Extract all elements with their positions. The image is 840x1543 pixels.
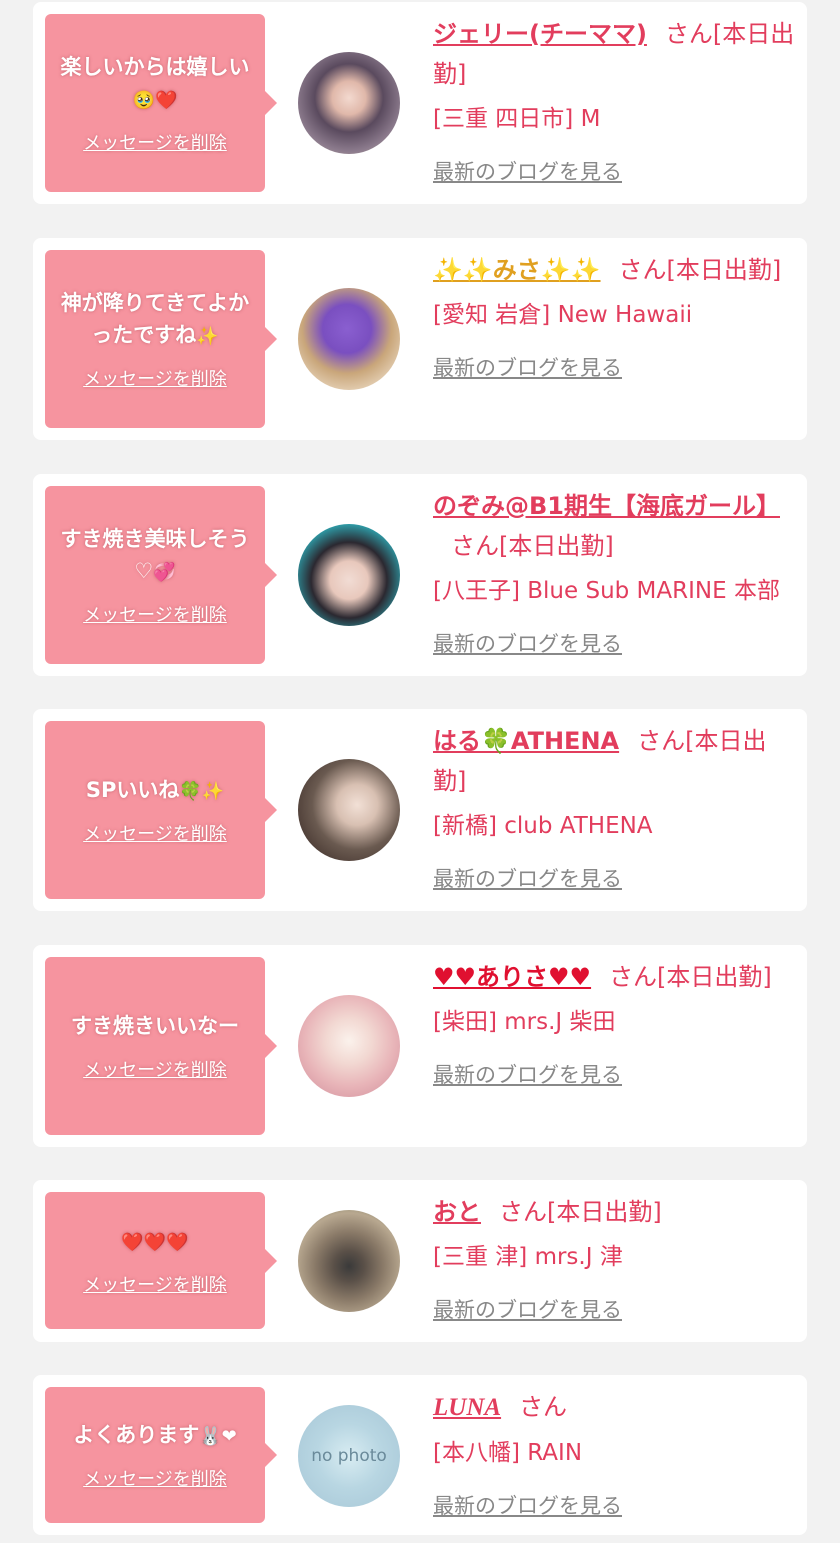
honorific-status: さん[本日出勤] (451, 532, 614, 560)
shop-label: [三重 四日市] M (433, 106, 601, 132)
avatar[interactable] (298, 759, 400, 861)
message-bubble: ❤️❤️❤️ メッセージを削除 (45, 1192, 277, 1329)
message-emoji: 🥹❤️ (132, 90, 178, 111)
profile-name-link[interactable]: おと (433, 1198, 481, 1226)
message-card: 神が降りてきてよかったですね✨ メッセージを削除 ✨✨みさ✨✨ さん[本日出勤] … (33, 238, 807, 440)
honorific-status: さん[本日出勤] (618, 256, 782, 284)
shop-label: [本八幡] RAIN (433, 1440, 583, 1466)
delete-message-link[interactable]: メッセージを削除 (83, 820, 227, 846)
message-bubble: すき焼き美味しそう♡💞 メッセージを削除 (45, 486, 277, 664)
profile-info: おと さん[本日出勤] [三重 津] mrs.J 津 最新のブログを見る (433, 1192, 798, 1324)
view-blog-link[interactable]: 最新のブログを見る (433, 1059, 622, 1089)
profile-name-link[interactable]: ✨✨みさ✨✨ (433, 256, 601, 284)
message-text: すき焼きいいなー (71, 1014, 239, 1038)
shop-label: [八王子] Blue Sub MARINE 本部 (433, 578, 780, 604)
profile-name-link[interactable]: はる🍀ATHENA (433, 727, 619, 755)
honorific-status: さん[本日出勤] (609, 963, 772, 991)
profile-name-link[interactable]: ♥♥ありさ♥♥ (433, 963, 591, 991)
message-card: すき焼きいいなー メッセージを削除 ♥♥ありさ♥♥ さん[本日出勤] [柴田] m… (33, 945, 807, 1147)
no-photo-label: no photo (311, 1446, 387, 1466)
profile-info: ジェリー(チーママ) さん[本日出勤] [三重 四日市] M 最新のブログを見る (433, 14, 798, 186)
message-emoji: 🐰❤ (199, 1426, 237, 1447)
avatar[interactable] (298, 1210, 400, 1312)
message-text: ❤️❤️❤️ (121, 1225, 188, 1259)
message-card: 楽しいからは嬉しい🥹❤️ メッセージを削除 ジェリー(チーママ) さん[本日出勤]… (33, 2, 807, 204)
delete-message-link[interactable]: メッセージを削除 (83, 365, 227, 391)
message-card: よくあります🐰❤ メッセージを削除 no photo LUNA さん [本八幡] … (33, 1375, 807, 1535)
message-text: 神が降りてきてよかったですね✨ (60, 291, 250, 347)
shop-label: [新橋] club ATHENA (433, 813, 653, 839)
view-blog-link[interactable]: 最新のブログを見る (433, 1294, 622, 1324)
delete-message-link[interactable]: メッセージを削除 (83, 601, 227, 627)
profile-info: はる🍀ATHENA さん[本日出勤] [新橋] club ATHENA 最新のブロ… (433, 721, 798, 893)
avatar[interactable] (298, 524, 400, 626)
message-card: すき焼き美味しそう♡💞 メッセージを削除 のぞみ@B1期生【海底ガール】さん[本… (33, 474, 807, 676)
message-bubble: よくあります🐰❤ メッセージを削除 (45, 1387, 277, 1523)
message-card: SPいいね🍀✨ メッセージを削除 はる🍀ATHENA さん[本日出勤] [新橋] … (33, 709, 807, 911)
message-emoji: 💞 (153, 562, 176, 583)
delete-message-link[interactable]: メッセージを削除 (83, 1056, 227, 1082)
delete-message-link[interactable]: メッセージを削除 (83, 1271, 227, 1297)
profile-info: ♥♥ありさ♥♥ さん[本日出勤] [柴田] mrs.J 柴田 最新のブログを見る (433, 957, 798, 1089)
view-blog-link[interactable]: 最新のブログを見る (433, 352, 622, 382)
message-bubble: SPいいね🍀✨ メッセージを削除 (45, 721, 277, 899)
message-text: 楽しいからは嬉しい🥹❤️ (60, 55, 250, 111)
message-emoji: ✨ (196, 326, 219, 347)
message-text: よくあります🐰❤ (73, 1423, 237, 1447)
honorific-status: さん[本日出勤] (499, 1198, 662, 1226)
avatar[interactable] (298, 52, 400, 154)
avatar[interactable] (298, 995, 400, 1097)
profile-name-link[interactable]: のぞみ@B1期生【海底ガール】 (433, 492, 780, 520)
message-card: ❤️❤️❤️ メッセージを削除 おと さん[本日出勤] [三重 津] mrs.J … (33, 1180, 807, 1342)
view-blog-link[interactable]: 最新のブログを見る (433, 156, 622, 186)
honorific-status: さん (519, 1393, 568, 1421)
view-blog-link[interactable]: 最新のブログを見る (433, 1490, 622, 1520)
shop-label: [三重 津] mrs.J 津 (433, 1244, 623, 1270)
message-bubble: 楽しいからは嬉しい🥹❤️ メッセージを削除 (45, 14, 277, 192)
message-emoji: ❤️❤️❤️ (121, 1231, 189, 1253)
delete-message-link[interactable]: メッセージを削除 (83, 129, 227, 155)
profile-info: のぞみ@B1期生【海底ガール】さん[本日出勤] [八王子] Blue Sub M… (433, 486, 798, 658)
profile-info: ✨✨みさ✨✨ さん[本日出勤] [愛知 岩倉] New Hawaii 最新のブログ… (433, 250, 798, 382)
message-bubble: すき焼きいいなー メッセージを削除 (45, 957, 277, 1135)
avatar[interactable]: no photo (298, 1405, 400, 1507)
view-blog-link[interactable]: 最新のブログを見る (433, 863, 622, 893)
message-bubble: 神が降りてきてよかったですね✨ メッセージを削除 (45, 250, 277, 428)
view-blog-link[interactable]: 最新のブログを見る (433, 628, 622, 658)
message-emoji: 🍀✨ (179, 781, 225, 802)
delete-message-link[interactable]: メッセージを削除 (83, 1465, 227, 1491)
shop-label: [愛知 岩倉] New Hawaii (433, 302, 693, 328)
profile-info: LUNA さん [本八幡] RAIN 最新のブログを見る (433, 1387, 798, 1520)
profile-name-link[interactable]: ジェリー(チーママ) (433, 20, 647, 48)
message-text: すき焼き美味しそう♡💞 (60, 527, 250, 583)
shop-label: [柴田] mrs.J 柴田 (433, 1009, 616, 1035)
profile-name-link[interactable]: LUNA (433, 1394, 501, 1421)
message-text: SPいいね🍀✨ (85, 778, 225, 802)
avatar[interactable] (298, 288, 400, 390)
